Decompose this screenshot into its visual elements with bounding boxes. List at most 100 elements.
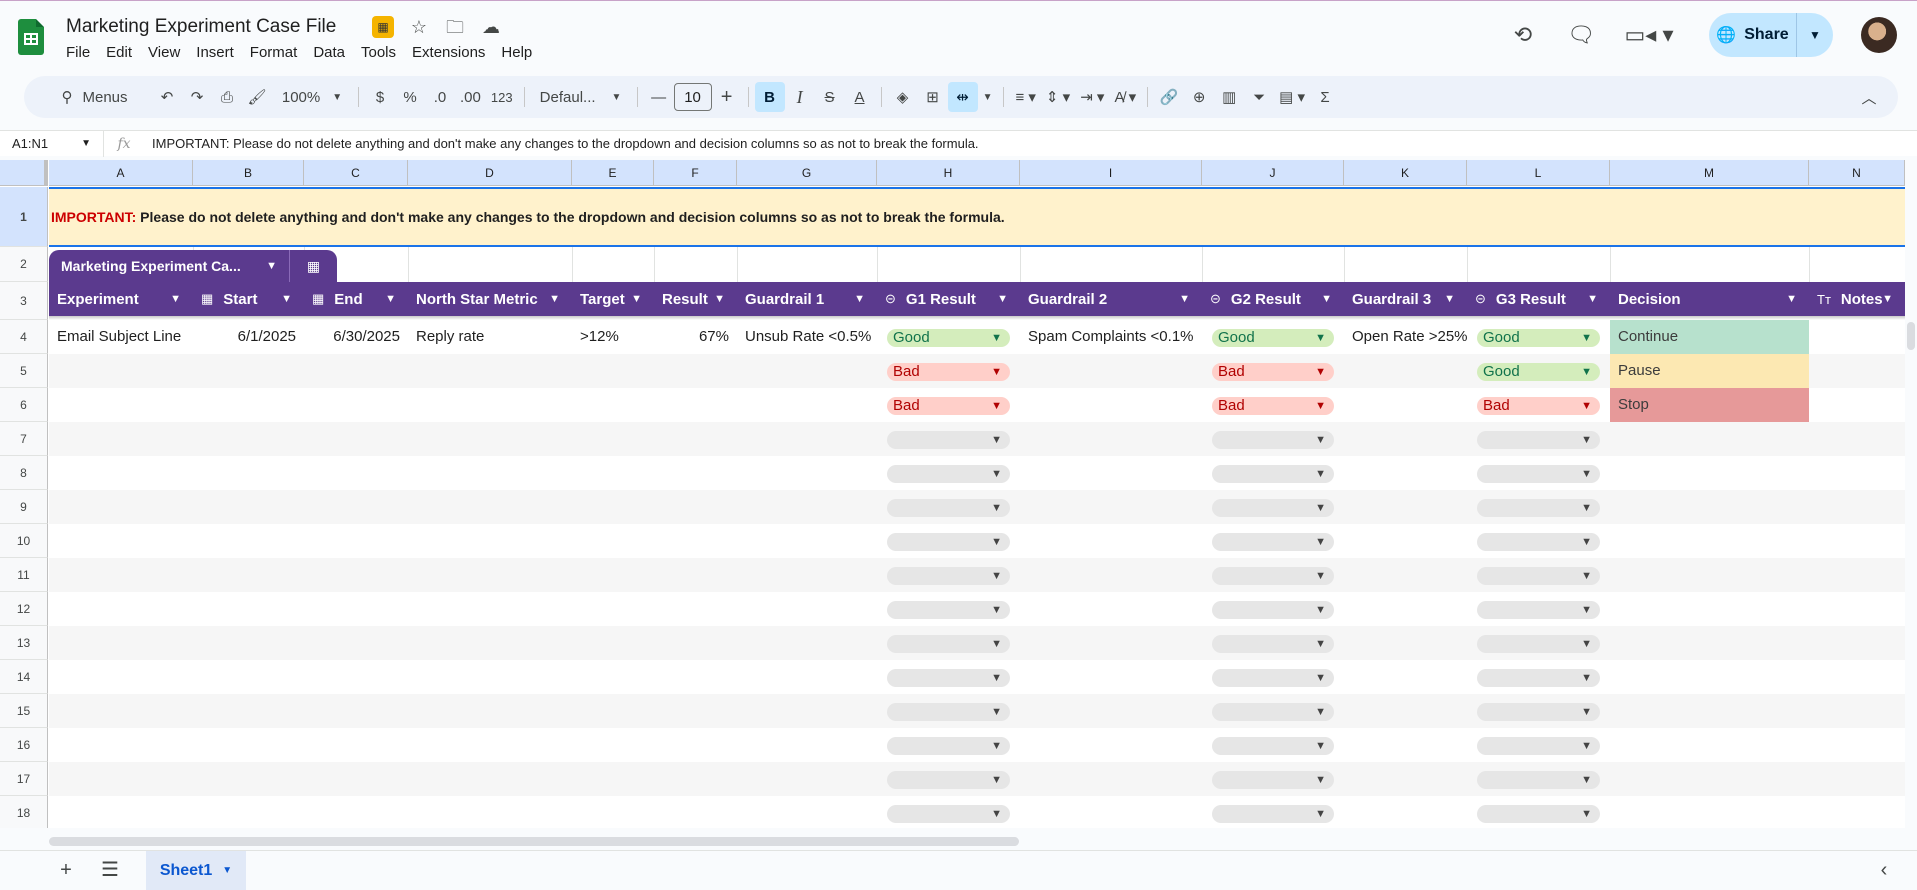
row-header-13[interactable]: 13 xyxy=(0,626,48,660)
sheets-logo-icon[interactable] xyxy=(18,19,44,55)
g3-result-dropdown[interactable]: ▼ xyxy=(1477,533,1600,551)
row-header-16[interactable]: 16 xyxy=(0,728,48,762)
menus-search[interactable]: ⚲ Menus xyxy=(34,82,152,112)
italic-button[interactable]: I xyxy=(785,82,815,112)
g1-result-dropdown[interactable]: ▼ xyxy=(887,499,1010,517)
cell-guardrail2[interactable]: Spam Complaints <0.1% xyxy=(1020,320,1202,354)
table-header-end[interactable]: ▦ End ▼ xyxy=(304,282,408,316)
horizontal-scrollbar[interactable] xyxy=(49,837,1019,846)
vertical-align-icon[interactable]: ⇕ ▾ xyxy=(1041,82,1075,112)
menu-view[interactable]: View xyxy=(148,44,180,61)
g1-result-dropdown[interactable]: Bad ▼ xyxy=(887,363,1010,381)
insert-link-icon[interactable]: 🔗 xyxy=(1154,82,1184,112)
g2-result-dropdown[interactable]: ▼ xyxy=(1212,805,1334,823)
font-select[interactable]: Defaul... ▼ xyxy=(531,82,631,112)
chevron-down-icon[interactable]: ▼ xyxy=(170,293,181,305)
undo-icon[interactable]: ↶ xyxy=(152,82,182,112)
row-header-18[interactable]: 18 xyxy=(0,796,48,828)
column-header-l[interactable]: L xyxy=(1467,160,1610,186)
add-sheet-icon[interactable]: + xyxy=(54,859,78,883)
important-banner[interactable]: IMPORTANT: Please do not delete anything… xyxy=(49,187,1905,247)
horizontal-align-icon[interactable]: ≡ ▾ xyxy=(1010,82,1040,112)
g1-result-dropdown[interactable]: ▼ xyxy=(887,669,1010,687)
row-header-17[interactable]: 17 xyxy=(0,762,48,796)
g1-result-dropdown[interactable]: ▼ xyxy=(887,431,1010,449)
g3-result-dropdown[interactable]: Good ▼ xyxy=(1477,329,1600,347)
chevron-down-icon[interactable]: ▼ xyxy=(631,293,642,305)
g1-result-dropdown[interactable]: ▼ xyxy=(887,465,1010,483)
chevron-down-icon[interactable]: ▼ xyxy=(1786,293,1797,305)
cell-guardrail1[interactable]: Unsub Rate <0.5% xyxy=(737,320,877,354)
g2-result-dropdown[interactable]: ▼ xyxy=(1212,601,1334,619)
more-formats-button[interactable]: 123 xyxy=(486,82,518,112)
chevron-down-icon[interactable]: ▼ xyxy=(1321,293,1332,305)
g2-result-dropdown[interactable]: ▼ xyxy=(1212,771,1334,789)
table-view-icon[interactable]: ▤ ▾ xyxy=(1274,82,1310,112)
g2-result-dropdown[interactable]: ▼ xyxy=(1212,737,1334,755)
table-header-north-star-metric[interactable]: North Star Metric ▼ xyxy=(408,282,572,316)
bold-button[interactable]: B xyxy=(754,82,785,112)
g2-result-dropdown[interactable]: ▼ xyxy=(1212,465,1334,483)
filter-icon[interactable]: ⏷ xyxy=(1244,82,1274,112)
g3-result-dropdown[interactable]: Bad ▼ xyxy=(1477,397,1600,415)
table-header-guardrail-2[interactable]: Guardrail 2 ▼ xyxy=(1020,282,1202,316)
text-rotation-icon[interactable]: A̸ ▾ xyxy=(1109,82,1141,112)
g2-result-dropdown[interactable]: Bad ▼ xyxy=(1212,363,1334,381)
g3-result-dropdown[interactable]: Good ▼ xyxy=(1477,363,1600,381)
g2-result-dropdown[interactable]: Good ▼ xyxy=(1212,329,1334,347)
table-header-g3-result[interactable]: ⊝ G3 Result ▼ xyxy=(1467,282,1610,316)
table-name-button[interactable]: Marketing Experiment Ca... ▼ xyxy=(49,250,289,282)
row-header-4[interactable]: 4 xyxy=(0,320,48,354)
chevron-down-icon[interactable]: ▼ xyxy=(1882,293,1893,305)
g1-result-dropdown[interactable]: ▼ xyxy=(887,737,1010,755)
g2-result-dropdown[interactable]: Bad ▼ xyxy=(1212,397,1334,415)
zoom-select[interactable]: 100% ▼ xyxy=(272,82,352,112)
g2-result-dropdown[interactable]: ▼ xyxy=(1212,567,1334,585)
decision-cell[interactable]: Continue xyxy=(1610,320,1809,354)
table-header-start[interactable]: ▦ Start ▼ xyxy=(193,282,304,316)
column-header-h[interactable]: H xyxy=(877,160,1020,186)
chevron-down-icon[interactable]: ▼ xyxy=(1179,293,1190,305)
cell-result[interactable]: 67% xyxy=(654,320,737,354)
g1-result-dropdown[interactable]: ▼ xyxy=(887,567,1010,585)
meet-call-icon[interactable]: ▭◂ ▾ xyxy=(1619,15,1679,55)
percent-format-button[interactable]: % xyxy=(395,82,425,112)
font-size-increase-icon[interactable]: + xyxy=(712,82,742,112)
g1-result-dropdown[interactable]: ▼ xyxy=(887,805,1010,823)
menu-edit[interactable]: Edit xyxy=(106,44,132,61)
table-header-experiment[interactable]: Experiment ▼ xyxy=(49,282,193,316)
name-box[interactable]: A1:N1 ▼ xyxy=(0,130,104,157)
vertical-scrollbar[interactable] xyxy=(1907,322,1915,350)
chevron-down-icon[interactable]: ▼ xyxy=(854,293,865,305)
select-all-corner[interactable] xyxy=(0,160,48,186)
sheet-nav-collapse-icon[interactable]: ‹ xyxy=(1872,859,1896,883)
g1-result-dropdown[interactable]: Good ▼ xyxy=(887,329,1010,347)
fill-color-icon[interactable]: ◈ xyxy=(888,82,918,112)
g3-result-dropdown[interactable]: ▼ xyxy=(1477,737,1600,755)
increase-decimal-button[interactable]: .00 xyxy=(455,82,486,112)
chevron-down-icon[interactable]: ▼ xyxy=(714,293,725,305)
g1-result-dropdown[interactable]: Bad ▼ xyxy=(887,397,1010,415)
row-header-14[interactable]: 14 xyxy=(0,660,48,694)
column-header-n[interactable]: N xyxy=(1809,160,1905,186)
g3-result-dropdown[interactable]: ▼ xyxy=(1477,567,1600,585)
strikethrough-button[interactable]: S xyxy=(815,82,845,112)
text-wrap-icon[interactable]: ⇥ ▾ xyxy=(1075,82,1109,112)
chevron-down-icon[interactable]: ▼ xyxy=(549,293,560,305)
avatar[interactable] xyxy=(1861,17,1897,53)
g3-result-dropdown[interactable]: ▼ xyxy=(1477,805,1600,823)
row-header-8[interactable]: 8 xyxy=(0,456,48,490)
g3-result-dropdown[interactable]: ▼ xyxy=(1477,669,1600,687)
sheet-tab-sheet1[interactable]: Sheet1 ▼ xyxy=(146,851,246,890)
g3-result-dropdown[interactable]: ▼ xyxy=(1477,601,1600,619)
formula-input[interactable]: IMPORTANT: Please do not delete anything… xyxy=(144,136,979,151)
table-header-result[interactable]: Result ▼ xyxy=(654,282,737,316)
g1-result-dropdown[interactable]: ▼ xyxy=(887,635,1010,653)
g3-result-dropdown[interactable]: ▼ xyxy=(1477,499,1600,517)
font-size-decrease-icon[interactable]: — xyxy=(644,82,674,112)
cell-metric[interactable]: Reply rate xyxy=(408,320,572,354)
font-size-input[interactable]: 10 xyxy=(673,83,712,111)
row-header-6[interactable]: 6 xyxy=(0,388,48,422)
row-header-9[interactable]: 9 xyxy=(0,490,48,524)
column-header-c[interactable]: C xyxy=(304,160,408,186)
